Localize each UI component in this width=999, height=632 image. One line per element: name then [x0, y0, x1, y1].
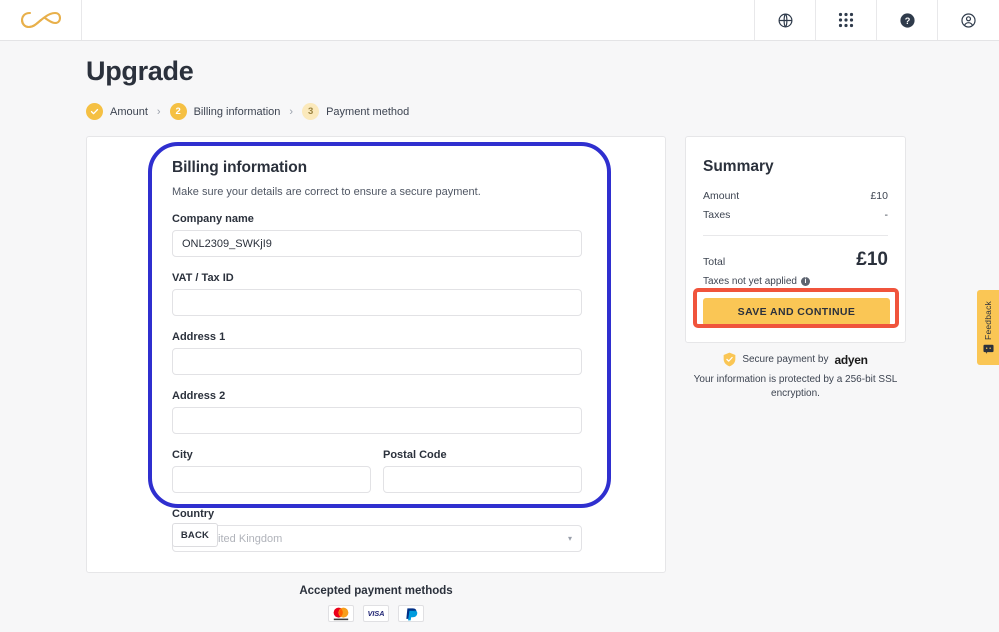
- billing-information-card: Billing information Make sure your detai…: [86, 136, 666, 573]
- account-icon[interactable]: [938, 0, 999, 40]
- company-name-input[interactable]: [172, 230, 582, 257]
- taxes-note: Taxes not yet applied i: [703, 276, 888, 287]
- accepted-payment-methods: Accepted payment methods VISA: [86, 585, 666, 622]
- country-select[interactable]: United Kingdom ▾: [172, 525, 582, 552]
- stepper-label-billing: Billing information: [194, 106, 281, 118]
- brand-logo-icon: [21, 9, 61, 31]
- accepted-payment-methods-title: Accepted payment methods: [86, 585, 666, 597]
- label-address-1: Address 1: [172, 331, 582, 343]
- summary-content: Summary Amount £10 Taxes - Total £10 Tax…: [686, 137, 905, 287]
- info-icon[interactable]: i: [801, 277, 810, 286]
- secure-payment-text: Secure payment by: [742, 354, 828, 365]
- topbar-spacer: [82, 0, 755, 40]
- summary-value-taxes: -: [885, 209, 889, 221]
- adyen-logo: adyen: [834, 353, 867, 367]
- summary-title: Summary: [703, 158, 888, 176]
- paypal-logo-glyph: [399, 606, 423, 621]
- back-button[interactable]: BACK: [172, 523, 218, 547]
- save-and-continue-button[interactable]: SAVE AND CONTINUE: [703, 298, 890, 326]
- billing-subtitle: Make sure your details are correct to en…: [172, 186, 582, 198]
- globe-icon[interactable]: [755, 0, 816, 40]
- label-postal-code: Postal Code: [383, 449, 582, 461]
- feedback-chat-icon: [983, 344, 994, 354]
- summary-card: Summary Amount £10 Taxes - Total £10 Tax…: [685, 136, 906, 343]
- svg-text:VISA: VISA: [368, 609, 385, 618]
- stepper-separator-2: ›: [289, 106, 293, 118]
- billing-form: Billing information Make sure your detai…: [172, 159, 582, 552]
- visa-logo: VISA: [363, 605, 389, 622]
- summary-total-row: Total £10: [703, 249, 888, 271]
- label-address-2: Address 2: [172, 390, 582, 402]
- summary-value-amount: £10: [870, 190, 888, 202]
- summary-total-value: £10: [856, 249, 888, 271]
- label-city: City: [172, 449, 371, 461]
- vat-tax-id-input[interactable]: [172, 289, 582, 316]
- mastercard-logo-glyph: [329, 606, 353, 621]
- secure-payment-row: Secure payment by adyen: [685, 352, 906, 367]
- field-address-1: Address 1: [172, 331, 582, 375]
- step-badge-2: 2: [170, 103, 187, 120]
- field-vat-tax-id: VAT / Tax ID: [172, 272, 582, 316]
- apps-grid-icon[interactable]: [816, 0, 877, 40]
- top-navigation-bar: ?: [0, 0, 999, 41]
- field-company-name: Company name: [172, 213, 582, 257]
- paypal-logo: [398, 605, 424, 622]
- address-1-input[interactable]: [172, 348, 582, 375]
- check-icon: [90, 107, 99, 116]
- shield-check-icon: [723, 352, 736, 367]
- visa-logo-glyph: VISA: [364, 606, 388, 621]
- upgrade-page: ? Upgrade Amount › 2 Billing information: [0, 0, 999, 632]
- help-icon[interactable]: ?: [877, 0, 938, 40]
- field-postal-code: Postal Code: [383, 449, 582, 493]
- step-badge-3: 3: [302, 103, 319, 120]
- taxes-note-text: Taxes not yet applied: [703, 276, 797, 287]
- label-vat-tax-id: VAT / Tax ID: [172, 272, 582, 284]
- page-title: Upgrade: [86, 56, 193, 87]
- city-postal-row: City Postal Code: [172, 449, 582, 493]
- svg-text:?: ?: [904, 15, 910, 25]
- field-address-2: Address 2: [172, 390, 582, 434]
- payment-method-icons: VISA: [86, 605, 666, 622]
- brand-logo[interactable]: [0, 0, 82, 40]
- label-company-name: Company name: [172, 213, 582, 225]
- address-2-input[interactable]: [172, 407, 582, 434]
- stepper-separator-1: ›: [157, 106, 161, 118]
- field-city: City: [172, 449, 371, 493]
- ssl-encryption-note: Your information is protected by a 256-b…: [685, 373, 906, 400]
- stepper-step-amount[interactable]: Amount: [86, 103, 148, 120]
- summary-divider: [703, 235, 888, 236]
- stepper-label-payment: Payment method: [326, 106, 409, 118]
- step-badge-1: [86, 103, 103, 120]
- stepper-step-payment[interactable]: 3 Payment method: [302, 103, 409, 120]
- stepper-label-amount: Amount: [110, 106, 148, 118]
- city-input[interactable]: [172, 466, 371, 493]
- feedback-tab[interactable]: Feedback: [977, 290, 999, 365]
- feedback-label: Feedback: [983, 301, 993, 340]
- label-country: Country: [172, 508, 582, 520]
- summary-label-taxes: Taxes: [703, 209, 730, 221]
- checkout-stepper: Amount › 2 Billing information › 3 Payme…: [86, 103, 409, 120]
- postal-code-input[interactable]: [383, 466, 582, 493]
- mastercard-logo: [328, 605, 354, 622]
- globe-icon-glyph: [777, 12, 794, 29]
- summary-total-label: Total: [703, 256, 725, 268]
- account-icon-glyph: [960, 12, 977, 29]
- chevron-down-icon: ▾: [568, 535, 572, 543]
- billing-title: Billing information: [172, 159, 582, 177]
- stepper-step-billing[interactable]: 2 Billing information: [170, 103, 281, 120]
- summary-label-amount: Amount: [703, 190, 739, 202]
- summary-row-taxes: Taxes -: [703, 209, 888, 221]
- field-country: Country United Kingdom ▾: [172, 508, 582, 552]
- apps-grid-icon-glyph: [838, 12, 854, 28]
- summary-row-amount: Amount £10: [703, 190, 888, 202]
- help-icon-glyph: ?: [899, 12, 916, 29]
